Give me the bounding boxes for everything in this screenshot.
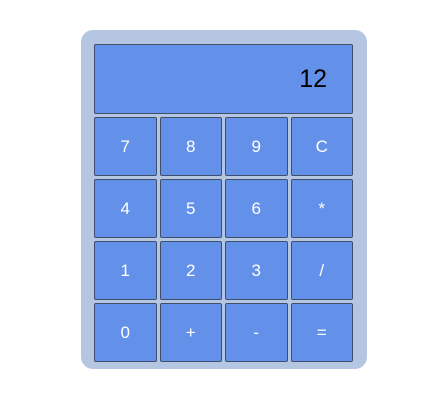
- clear-button[interactable]: C: [290, 117, 353, 176]
- calculator-display: 12: [94, 44, 353, 114]
- key-2[interactable]: 2: [159, 241, 222, 300]
- key-0[interactable]: 0: [94, 303, 157, 362]
- key-9[interactable]: 9: [225, 117, 288, 176]
- calculator: 12 7 8 9 C 4 5 6 * 1 2 3 / 0 + - =: [81, 30, 367, 369]
- key-7[interactable]: 7: [94, 117, 157, 176]
- multiply-button[interactable]: *: [290, 179, 353, 238]
- add-button[interactable]: +: [159, 303, 222, 362]
- key-5[interactable]: 5: [159, 179, 222, 238]
- key-1[interactable]: 1: [94, 241, 157, 300]
- equals-button[interactable]: =: [290, 303, 353, 362]
- key-8[interactable]: 8: [159, 117, 222, 176]
- key-4[interactable]: 4: [94, 179, 157, 238]
- key-3[interactable]: 3: [225, 241, 288, 300]
- keypad: 7 8 9 C 4 5 6 * 1 2 3 / 0 + - =: [94, 117, 353, 362]
- divide-button[interactable]: /: [290, 241, 353, 300]
- display-value: 12: [299, 64, 327, 93]
- key-6[interactable]: 6: [225, 179, 288, 238]
- subtract-button[interactable]: -: [225, 303, 288, 362]
